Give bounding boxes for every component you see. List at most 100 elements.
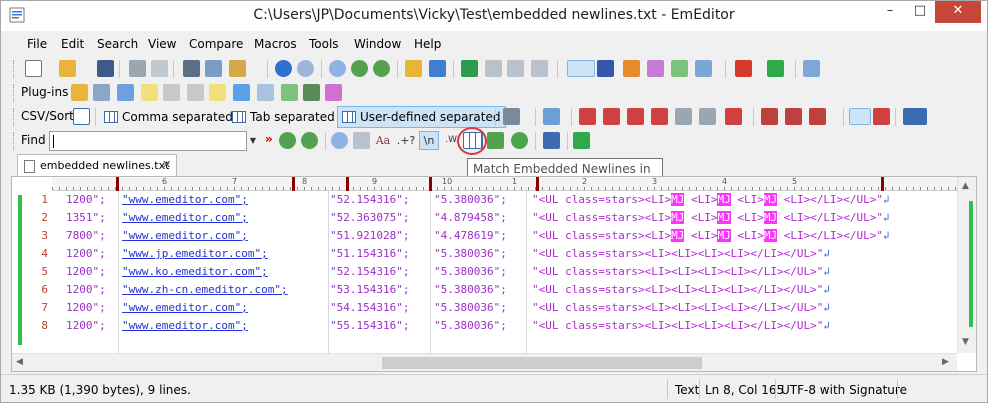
sort-ascending-icon[interactable]: [579, 108, 596, 125]
cursor-position[interactable]: Ln 8, Col 165: [705, 383, 784, 397]
plugin-html-bar-icon[interactable]: [209, 84, 226, 101]
column-icon[interactable]: [543, 108, 560, 125]
minimize-button[interactable]: –: [875, 1, 905, 23]
maximize-button[interactable]: □: [905, 1, 935, 23]
menu-search[interactable]: Search: [97, 37, 138, 51]
cut-icon[interactable]: [183, 60, 200, 77]
code-line[interactable]: 1200"; "www.zh-cn.emeditor.com"; "53.154…: [56, 283, 956, 301]
csv-more-icon[interactable]: [903, 108, 927, 125]
find-in-files-icon[interactable]: [405, 60, 422, 77]
scroll-down-icon[interactable]: ▼: [962, 337, 969, 347]
horizontal-scrollbar[interactable]: ◀ ▶: [12, 353, 957, 371]
regex-button[interactable]: .+?: [395, 131, 417, 150]
sort-length-descending-icon[interactable]: [699, 108, 716, 125]
stop-macro-icon[interactable]: [735, 60, 752, 77]
code-line[interactable]: 1200"; "www.ko.emeditor.com"; "52.154316…: [56, 265, 956, 283]
csv-cell-url[interactable]: "www.ko.emeditor.com";: [122, 265, 268, 278]
plugin-word-count-icon[interactable]: [187, 84, 204, 101]
new-file-icon[interactable]: [25, 60, 42, 77]
scroll-right-icon[interactable]: ▶: [942, 357, 949, 367]
menu-view[interactable]: View: [148, 37, 176, 51]
mode-indicator[interactable]: Text: [675, 383, 699, 397]
print-icon[interactable]: [129, 60, 146, 77]
code-line[interactable]: 1200"; "www.emeditor.com"; "55.154316"; …: [56, 319, 956, 337]
copy-icon[interactable]: [205, 60, 222, 77]
csv-cell-url[interactable]: "www.zh-cn.emeditor.com";: [122, 283, 288, 296]
csv-cell-url[interactable]: "www.emeditor.com";: [122, 319, 248, 332]
sort-reverse-icon[interactable]: [725, 108, 742, 125]
find-next-icon[interactable]: [351, 60, 368, 77]
customize-icon[interactable]: [623, 60, 640, 77]
menu-compare[interactable]: Compare: [189, 37, 243, 51]
find-more-icon[interactable]: »: [265, 132, 273, 146]
find-dialog-icon[interactable]: [331, 132, 348, 149]
menu-tools[interactable]: Tools: [309, 37, 339, 51]
sort-descending-icon[interactable]: [603, 108, 620, 125]
find-input[interactable]: [49, 131, 247, 151]
clipboard-toggle-icon[interactable]: [567, 60, 595, 77]
sort-stable-icon[interactable]: [809, 108, 826, 125]
incremental-search-icon[interactable]: [511, 132, 528, 149]
macro-icon[interactable]: [597, 60, 614, 77]
sort-numbers-icon[interactable]: [849, 108, 871, 125]
find-previous-icon[interactable]: [373, 60, 390, 77]
plugin-command-prompt-icon[interactable]: [303, 84, 320, 101]
menu-edit[interactable]: Edit: [61, 37, 84, 51]
menu-file[interactable]: File: [27, 37, 47, 51]
scroll-left-icon[interactable]: ◀: [16, 357, 23, 367]
plugin-projects-icon[interactable]: [93, 84, 110, 101]
menu-macros[interactable]: Macros: [254, 37, 297, 51]
vertical-scrollbar[interactable]: ▲ ▼: [957, 177, 976, 353]
csv-cell-url[interactable]: "www.emeditor.com";: [122, 229, 248, 242]
close-button[interactable]: ✕: [935, 1, 981, 23]
vertical-scroll-thumb[interactable]: [969, 201, 973, 327]
redo-icon[interactable]: [297, 60, 314, 77]
code-line[interactable]: 1200"; "www.emeditor.com"; "54.154316"; …: [56, 301, 956, 319]
explorer-icon[interactable]: [531, 60, 548, 77]
filter-icon[interactable]: [429, 60, 446, 77]
sort-123-icon[interactable]: [873, 108, 890, 125]
encoding-indicator[interactable]: UTF-8 with Signature: [781, 383, 907, 397]
plugin-explorer-icon[interactable]: [71, 84, 88, 101]
plugin-web-preview-icon[interactable]: [163, 84, 180, 101]
editor-pane[interactable]: 6 7 8 9 10 1 2 3 4 5 1 1200"; "www.emedi: [11, 176, 977, 372]
menu-window[interactable]: Window: [354, 37, 401, 51]
code-line[interactable]: 7800"; "www.emeditor.com"; "51.921028"; …: [56, 229, 956, 247]
close-find-bar-icon[interactable]: [543, 132, 560, 149]
toolbar-grip[interactable]: [13, 108, 16, 126]
bookmarks-icon[interactable]: [507, 60, 524, 77]
sort-numeric-ascending-icon[interactable]: [627, 108, 644, 125]
tab-separated-button[interactable]: Tab separated: [227, 106, 340, 128]
code-line[interactable]: 1200"; "www.jp.emeditor.com"; "51.154316…: [56, 247, 956, 265]
menu-help[interactable]: Help: [414, 37, 441, 51]
comma-separated-button[interactable]: Comma separated: [99, 106, 238, 128]
highlight-icon[interactable]: [573, 132, 590, 149]
scroll-up-icon[interactable]: ▲: [962, 181, 969, 191]
csv-cell-url[interactable]: "www.emeditor.com";: [122, 193, 248, 206]
sort-case-icon[interactable]: [761, 108, 778, 125]
plugin-snippets-icon[interactable]: [141, 84, 158, 101]
csv-cell-url[interactable]: "www.jp.emeditor.com";: [122, 247, 268, 260]
plugin-marker-icon[interactable]: [325, 84, 342, 101]
csv-cell-url[interactable]: "www.emeditor.com";: [122, 211, 248, 224]
document-tab[interactable]: embedded newlines.txt ✕: [17, 154, 177, 176]
find-previous-icon[interactable]: [301, 132, 318, 149]
plugin-open-documents-icon[interactable]: [257, 84, 274, 101]
find-history-dropdown[interactable]: ▼: [247, 131, 259, 151]
run-macro-icon[interactable]: [767, 60, 784, 77]
toolbar-grip[interactable]: [13, 60, 16, 78]
csv-cell-url[interactable]: "www.emeditor.com";: [122, 301, 248, 314]
sort-length-icon[interactable]: [675, 108, 692, 125]
properties-icon[interactable]: [647, 60, 664, 77]
find-icon[interactable]: [329, 60, 346, 77]
sort-word-icon[interactable]: [785, 108, 802, 125]
plugin-spell-icon[interactable]: [281, 84, 298, 101]
csv-grid-icon[interactable]: [73, 108, 90, 125]
outline-icon[interactable]: [461, 60, 478, 77]
separator-settings-icon[interactable]: [503, 108, 520, 125]
user-defined-separated-button[interactable]: User-defined separated: [337, 106, 506, 128]
undo-icon[interactable]: [275, 60, 292, 77]
plugin-character-code-icon[interactable]: [233, 84, 250, 101]
code-line[interactable]: 1200"; "www.emeditor.com"; "52.154316"; …: [56, 193, 956, 211]
open-folder-icon[interactable]: [59, 60, 76, 77]
